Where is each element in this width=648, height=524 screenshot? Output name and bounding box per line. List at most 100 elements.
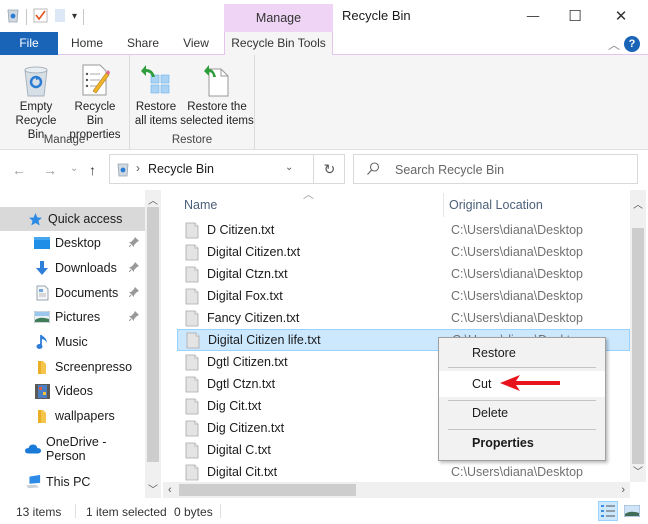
address-dropdown-icon[interactable]: ⌄ [285, 162, 293, 173]
this-pc-icon [25, 474, 41, 490]
music-icon [34, 334, 50, 350]
tab-home[interactable]: Home [62, 32, 112, 55]
folder-icon [34, 408, 50, 424]
maximize-button[interactable]: ☐ [552, 0, 598, 32]
pin-icon[interactable] [128, 236, 139, 250]
title-bar: ▾ Manage Recycle Bin — ☐ ✕ [0, 0, 648, 32]
address-bar[interactable]: › Recycle Bin ⌄ ↻ [109, 154, 345, 184]
file-row[interactable]: Digital Citizen.txt C:\Users\diana\Deskto… [177, 241, 630, 263]
file-list-scroll-thumb[interactable] [632, 228, 644, 464]
tab-view[interactable]: View [172, 32, 220, 55]
sidebar-item-screenpresso[interactable]: Screenpresso [0, 355, 145, 379]
text-file-icon [185, 398, 199, 414]
breadcrumb-chevron-icon[interactable]: › [136, 161, 140, 175]
column-header-name[interactable]: Name [184, 198, 217, 212]
sidebar-item-this-pc[interactable]: This PC [0, 470, 145, 494]
contextual-tab-group-manage: Manage [224, 4, 333, 32]
file-list-horizontal-scrollbar[interactable]: ‹ › [163, 482, 630, 498]
large-icons-view-button[interactable] [622, 501, 642, 521]
pin-icon[interactable] [128, 261, 139, 275]
collapse-ribbon-icon[interactable]: ︿ [608, 36, 620, 53]
refresh-button[interactable]: ↻ [313, 155, 345, 183]
scroll-up-arrow-icon[interactable]: ︿ [630, 196, 646, 211]
breadcrumb-recycle-bin[interactable]: Recycle Bin [148, 162, 214, 176]
sidebar-scroll-thumb[interactable] [147, 207, 159, 462]
search-box[interactable]: Search Recycle Bin [353, 154, 638, 184]
sidebar-item-label: Documents [55, 286, 119, 300]
file-name: Dig Cit.txt [207, 399, 262, 413]
text-file-icon [185, 442, 199, 458]
minimize-button[interactable]: — [510, 0, 556, 32]
recycle-bin-location-icon [116, 161, 130, 180]
back-button[interactable]: ← [12, 162, 26, 178]
sidebar-item-onedrive[interactable]: OneDrive - Person [0, 435, 145, 463]
sidebar-item-documents[interactable]: Documents [0, 281, 145, 305]
new-folder-icon[interactable] [54, 8, 66, 26]
text-file-icon [185, 266, 199, 282]
column-divider[interactable] [443, 193, 444, 217]
scroll-left-arrow-icon[interactable]: ‹ [168, 482, 172, 498]
forward-button[interactable]: → [43, 162, 57, 178]
documents-icon [34, 285, 50, 301]
file-list-vertical-scrollbar[interactable]: ︿ ﹀ [630, 190, 646, 482]
sidebar-item-desktop[interactable]: Desktop [0, 231, 145, 255]
sidebar-item-quick-access[interactable]: Quick access [0, 207, 145, 231]
details-view-button[interactable] [598, 501, 618, 521]
sidebar-item-music[interactable]: Music [0, 330, 145, 354]
selection-size: 0 bytes [174, 505, 213, 519]
horizontal-scroll-thumb[interactable] [179, 484, 356, 496]
empty-recycle-bin-button[interactable]: Empty Recycle Bin [6, 59, 66, 142]
column-header-original-location[interactable]: Original Location [449, 198, 543, 212]
sidebar-item-downloads[interactable]: Downloads [0, 256, 145, 280]
file-name: Dgtl Citizen.txt [207, 355, 288, 369]
recent-locations-button[interactable]: ⌄ [70, 163, 78, 174]
restore-selected-icon [204, 65, 229, 97]
sidebar-item-wallpapers[interactable]: wallpapers [0, 404, 145, 428]
tab-file[interactable]: File [0, 32, 58, 55]
scroll-up-arrow-icon[interactable]: ︿ [145, 192, 161, 207]
file-name: Dgtl Ctzn.txt [207, 377, 276, 391]
pin-icon[interactable] [128, 310, 139, 324]
scroll-down-arrow-icon[interactable]: ﹀ [630, 463, 646, 478]
tab-recycle-bin-tools[interactable]: Recycle Bin Tools [224, 32, 333, 56]
folder-icon [34, 359, 50, 375]
ribbon-group-label-restore: Restore [171, 134, 213, 146]
sort-ascending-icon: ︿ [303, 189, 314, 201]
context-menu-delete[interactable]: Delete [439, 400, 605, 426]
sidebar-item-label: Screenpresso [55, 360, 133, 374]
sidebar-item-videos[interactable]: Videos [0, 379, 145, 403]
help-icon[interactable]: ? [624, 36, 640, 52]
file-row[interactable]: Digital Cit.txt C:\Users\diana\Desktop [177, 461, 630, 483]
details-view-icon [601, 505, 615, 517]
recycle-bin-small-icon[interactable] [6, 7, 20, 26]
text-file-icon [185, 464, 199, 480]
context-menu-restore[interactable]: Restore [439, 340, 605, 366]
close-button[interactable]: ✕ [598, 0, 644, 32]
restore-selected-items-button[interactable]: Restore the selected items [180, 59, 254, 128]
window-title: Recycle Bin [342, 8, 411, 23]
restore-all-items-button[interactable]: Restore all items [134, 59, 178, 128]
up-button[interactable]: ↑ [89, 162, 96, 178]
text-file-icon [185, 222, 199, 238]
recycle-bin-properties-label-line1: Recycle Bin [74, 101, 116, 127]
ribbon-group-restore: Restore all items Restore the selected i… [130, 55, 255, 150]
customize-dropdown-icon[interactable]: ▾ [72, 11, 77, 22]
file-row[interactable]: Digital Fox.txt C:\Users\diana\Desktop [177, 285, 630, 307]
file-row[interactable]: D Citizen.txt C:\Users\diana\Desktop [177, 219, 630, 241]
scroll-right-arrow-icon[interactable]: › [621, 482, 625, 498]
file-row[interactable]: Digital Ctzn.txt C:\Users\diana\Desktop [177, 263, 630, 285]
sidebar-scrollbar[interactable]: ︿ ﹀ [145, 190, 161, 498]
properties-check-icon[interactable] [33, 8, 48, 26]
minimize-icon: — [526, 9, 540, 23]
sidebar-item-label: Pictures [55, 310, 101, 324]
restore-all-icon [141, 65, 170, 94]
scroll-down-arrow-icon[interactable]: ﹀ [145, 481, 161, 496]
tab-share[interactable]: Share [118, 32, 168, 55]
annotation-arrow-icon [500, 375, 560, 391]
context-menu-properties[interactable]: Properties [439, 430, 605, 456]
sidebar-item-pictures[interactable]: Pictures [0, 305, 145, 329]
menu-separator [448, 367, 596, 368]
file-row[interactable]: Fancy Citizen.txt C:\Users\diana\Desktop [177, 307, 630, 329]
pin-icon[interactable] [128, 286, 139, 300]
recycle-bin-properties-button[interactable]: Recycle Bin properties [66, 59, 124, 142]
